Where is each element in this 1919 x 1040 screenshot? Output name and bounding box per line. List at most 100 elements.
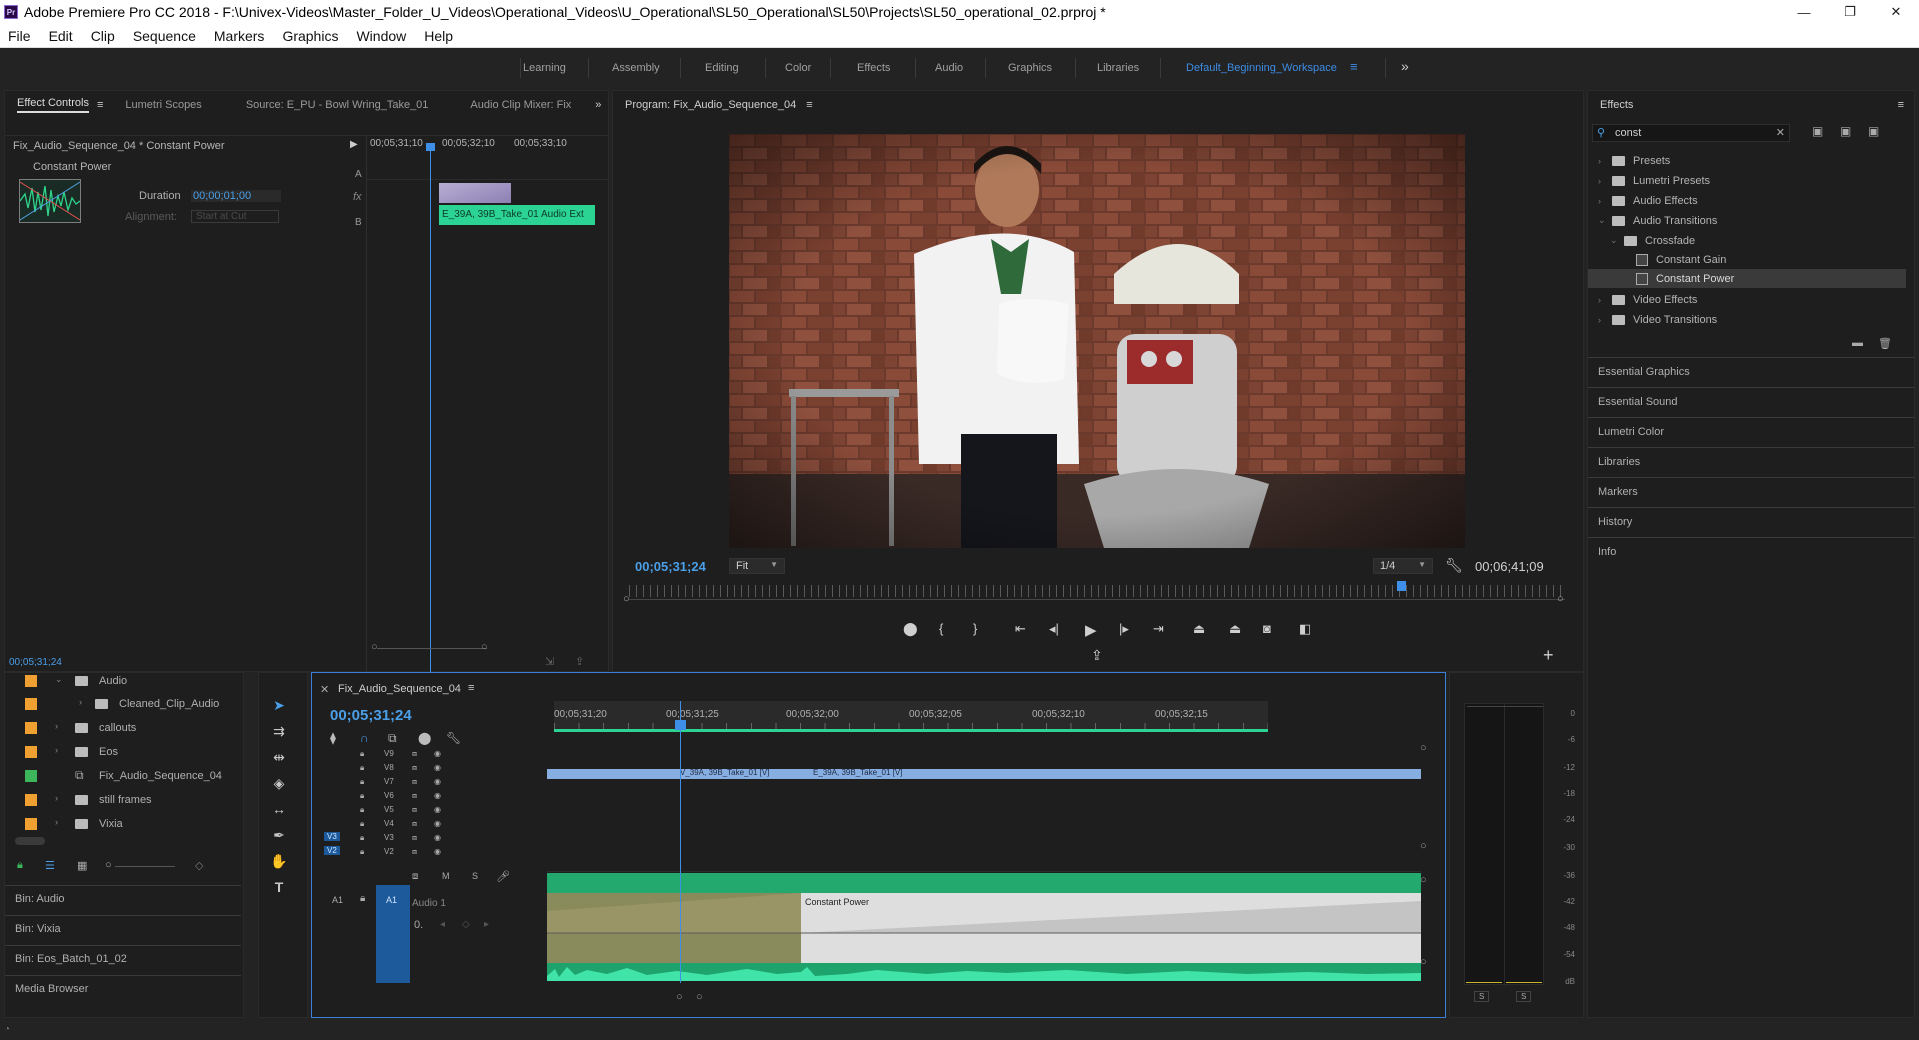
source-target-v2[interactable]: V2 (324, 846, 340, 855)
yuv-effects-icon[interactable]: ▣ (1868, 124, 1879, 138)
workspace-default-beginning[interactable]: Default_Beginning_Workspace (1186, 62, 1337, 74)
timeline-ruler[interactable]: 00;05;31;20 00;05;31;25 00;05;32;00 00;0… (554, 701, 1268, 729)
effects-search-input[interactable] (1615, 126, 1765, 140)
list-item[interactable]: › Cleaned_Clip_Audio (13, 696, 233, 714)
tab-source[interactable]: Source: E_PU - Bowl Wring_Take_01 (246, 99, 429, 111)
sync-lock-icon[interactable]: ⧈ (412, 777, 417, 787)
workspace-learning[interactable]: Learning (523, 62, 566, 74)
insert-sequence-nest-icon[interactable]: ⧫ (330, 731, 336, 745)
more-panels-chevron-icon[interactable]: » (595, 99, 601, 111)
timeline-settings-wrench-icon[interactable]: 🔧︎ (446, 731, 461, 745)
lock-icon[interactable]: 🔒︎ (360, 763, 364, 773)
play-transition-icon[interactable]: ▶ (350, 139, 358, 150)
step-forward-icon[interactable]: |▸ (1119, 621, 1129, 637)
horizontal-zoom-end-icon[interactable]: ○ (696, 991, 703, 1003)
panel-essential-sound[interactable]: Essential Sound (1598, 396, 1678, 408)
ec-export-icon[interactable]: ⇪ (575, 655, 584, 668)
prev-keyframe-icon[interactable]: ◂ (440, 919, 445, 930)
lift-icon[interactable]: ⏏ (1193, 621, 1205, 637)
video-track-v2-bar[interactable]: V_39A, 39B_Take_01 [V] E_39A, 39B_Take_0… (547, 768, 1421, 779)
eye-icon[interactable]: ◉ (434, 833, 441, 842)
tab-effect-controls[interactable]: Effect Controls (17, 97, 89, 113)
timeline-current-time[interactable]: 00;05;31;24 (330, 707, 412, 724)
maximize-icon[interactable]: ❐ (1827, 0, 1873, 24)
sequence-menu-icon[interactable]: ≡ (468, 682, 474, 694)
sequence-tab[interactable]: Fix_Audio_Sequence_04 (338, 683, 461, 695)
panel-markers[interactable]: Markers (1598, 486, 1638, 498)
ec-audio-clip[interactable]: E_39A, 39B_Take_01 Audio Ext (439, 205, 595, 225)
wrench-icon[interactable]: 🔧︎ (1445, 557, 1463, 574)
eye-icon[interactable]: ◉ (434, 819, 441, 828)
vertical-zoom-handle-icon[interactable]: ○ (1420, 840, 1427, 852)
effects-tree-item-crossfade[interactable]: ⌄ Crossfade (1588, 231, 1906, 250)
lock-icon[interactable]: 🔒︎ (360, 805, 364, 815)
menu-clip[interactable]: Clip (91, 28, 115, 44)
comparison-view-icon[interactable]: ◧ (1299, 621, 1311, 637)
ripple-edit-tool-icon[interactable]: ⇹ (269, 747, 289, 767)
export-icon[interactable]: ⇪ (1091, 647, 1103, 664)
track-select-tool-icon[interactable]: ⇉ (269, 721, 289, 741)
workspace-audio[interactable]: Audio (935, 62, 963, 74)
eye-icon[interactable]: ◉ (434, 749, 441, 758)
panel-libraries[interactable]: Libraries (1598, 456, 1640, 468)
panel-menu-icon[interactable]: ≡ (97, 99, 103, 111)
eye-icon[interactable]: ◉ (434, 777, 441, 786)
audio-clip-header[interactable] (547, 873, 1421, 893)
menu-help[interactable]: Help (424, 28, 453, 44)
panel-lumetri-color[interactable]: Lumetri Color (1598, 426, 1664, 438)
ec-playhead[interactable] (430, 143, 431, 673)
lock-icon[interactable]: 🔒︎ (360, 833, 364, 843)
list-view-icon[interactable]: ☰ (45, 859, 55, 872)
menu-window[interactable]: Window (356, 28, 406, 44)
go-to-in-icon[interactable]: ⇤ (1015, 621, 1026, 637)
sync-lock-icon[interactable]: ⧈ (412, 871, 418, 882)
vertical-zoom-handle-icon[interactable]: ○ (1420, 956, 1427, 968)
linked-selection-icon[interactable]: ⧉ (388, 731, 397, 746)
minimize-icon[interactable]: — (1781, 0, 1827, 24)
alignment-dropdown[interactable]: Start at Cut (191, 210, 279, 223)
next-keyframe-icon[interactable]: ▸ (484, 919, 489, 930)
ec-zoom-end-icon[interactable]: ○ (481, 641, 488, 653)
menu-graphics[interactable]: Graphics (282, 28, 338, 44)
eye-icon[interactable]: ◉ (434, 805, 441, 814)
volume-value[interactable]: 0. (414, 919, 423, 931)
workspace-effects[interactable]: Effects (857, 62, 890, 74)
solo-button[interactable]: S (472, 871, 478, 881)
hand-tool-icon[interactable]: ✋ (269, 851, 289, 871)
effects-tree-item-audio-transitions[interactable]: ⌄ Audio Transitions (1588, 211, 1906, 230)
step-back-icon[interactable]: ◂| (1049, 621, 1059, 637)
effects-tree-item-constant-gain[interactable]: Constant Gain (1588, 250, 1906, 269)
effects-tree-item-lumetri-presets[interactable]: › Lumetri Presets (1588, 171, 1906, 190)
workspace-color[interactable]: Color (785, 62, 811, 74)
program-playhead[interactable] (1397, 581, 1406, 591)
workspace-menu-icon[interactable]: ≡ (1350, 59, 1358, 74)
ec-playhead-handle[interactable] (426, 143, 435, 151)
delete-trash-icon[interactable]: 🗑︎ (1878, 337, 1892, 350)
add-marker-icon[interactable]: ⬤ (903, 621, 918, 637)
sync-lock-icon[interactable]: ⧈ (412, 791, 417, 801)
panel-history[interactable]: History (1598, 516, 1632, 528)
voice-over-mic-icon[interactable]: 🎤︎ (496, 870, 510, 883)
bin-vixia[interactable]: Bin: Vixia (15, 923, 61, 935)
lock-icon[interactable]: 🔒︎ (360, 847, 364, 857)
button-editor-plus-icon[interactable]: + (1543, 645, 1554, 666)
slip-tool-icon[interactable]: ↔ (269, 799, 289, 819)
icon-view-icon[interactable]: ▦ (77, 859, 87, 872)
effects-title[interactable]: Effects (1600, 99, 1633, 111)
solo-right-button[interactable]: S (1516, 991, 1532, 1002)
list-item[interactable]: ⧉ Fix_Audio_Sequence_04 (13, 768, 233, 786)
add-keyframe-icon[interactable]: ◇ (462, 919, 470, 930)
resolution-dropdown[interactable]: 1/4 ▼ (1373, 558, 1433, 574)
sort-icon[interactable]: ◇ (195, 859, 203, 872)
timeline-playhead[interactable] (680, 701, 681, 983)
target-track-a1[interactable]: A1 (376, 885, 410, 983)
list-item[interactable]: › still frames (13, 792, 233, 810)
close-icon[interactable]: ✕ (1873, 0, 1919, 24)
list-item[interactable]: ⌄ Audio (13, 673, 233, 691)
accelerated-effects-icon[interactable]: ▣ (1812, 124, 1823, 138)
program-current-time[interactable]: 00;05;31;24 (635, 559, 706, 574)
more-workspaces-chevron-icon[interactable]: » (1401, 58, 1409, 74)
type-tool-icon[interactable]: T (269, 877, 289, 897)
vertical-zoom-handle-icon[interactable]: ○ (1420, 742, 1427, 754)
close-sequence-icon[interactable]: ✕ (320, 683, 329, 696)
